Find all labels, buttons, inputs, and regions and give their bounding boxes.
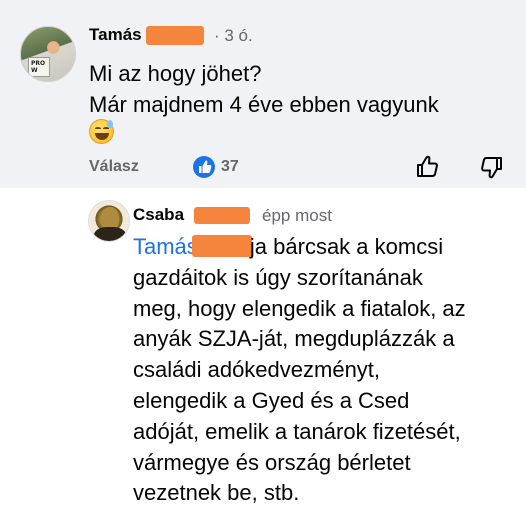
avatar-tamas[interactable]: PRO W — [20, 26, 76, 82]
comment-text-line: Már majdnem 4 éve ebben vagyunk — [89, 92, 439, 117]
reply-text: Tamás ja bárcsak a komcsi gazdáitok is ú… — [133, 232, 523, 509]
reply-text-line: meg, hogy elengedik a fiatalok, az — [133, 295, 466, 321]
reply-text-line: elengedik a Gyed és a Csed — [133, 387, 410, 413]
redaction-mark — [146, 26, 204, 45]
sweat-smile-emoji-icon — [89, 119, 114, 144]
redaction-mark — [191, 235, 252, 257]
reply-text-line: vezetnek be, stb. — [133, 480, 300, 506]
comment-author-name[interactable]: Tamás — [89, 25, 142, 45]
reply-text-line: családi adókedvezményt, — [133, 357, 381, 383]
like-badge-icon[interactable] — [193, 156, 215, 178]
thumbs-up-outline-icon — [417, 155, 438, 177]
comment-timestamp[interactable]: · 3 ó. — [214, 26, 253, 46]
comment-text: Mi az hogy jöhet? Már majdnem 4 éve ebbe… — [89, 58, 439, 120]
reply-text-line: gazdáitok is úgy szorítanának — [133, 264, 423, 290]
avatar-body — [94, 227, 126, 241]
thumbs-up-icon — [199, 160, 212, 173]
reply-text-segment: ja bárcsak a komcsi — [243, 234, 444, 259]
upvote-button[interactable] — [413, 152, 443, 182]
reply-timestamp[interactable]: épp most — [262, 206, 332, 226]
comment-text-line: Mi az hogy jöhet? — [89, 61, 262, 86]
emoji-eye — [95, 127, 101, 130]
reply-text-line: adóját, emelik a tanárok fizetését, — [133, 418, 461, 444]
reply-text-line: vármegye és ország bérletet — [133, 449, 411, 475]
redaction-mark — [194, 207, 250, 224]
reply-text-line: Tamás ja bárcsak a komcsi — [133, 232, 523, 263]
avatar-sign: PRO W — [28, 57, 50, 77]
downvote-button[interactable] — [476, 152, 506, 182]
mention-link[interactable]: Tamás — [133, 234, 198, 259]
avatar-csaba[interactable] — [88, 200, 130, 242]
thumbs-down-outline-icon — [481, 157, 502, 179]
reply-button[interactable]: Válasz — [89, 158, 139, 176]
emoji-sweat-drop — [107, 120, 113, 128]
emoji-mouth — [95, 133, 109, 140]
reply-text-line: anyák SZJA-ját, megduplázzák a — [133, 326, 455, 352]
like-count[interactable]: 37 — [221, 158, 239, 176]
reply-author-name[interactable]: Csaba — [133, 205, 184, 225]
